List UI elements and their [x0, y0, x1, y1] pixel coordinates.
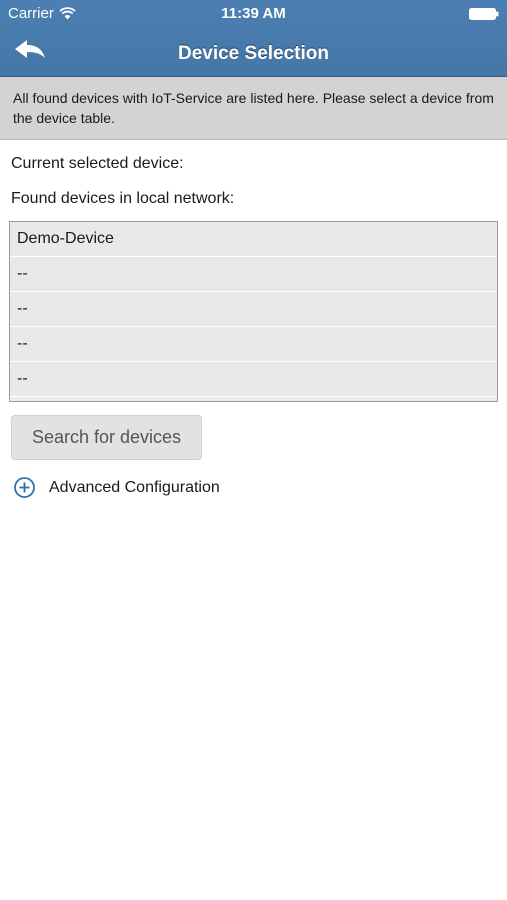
navigation-bar: Device Selection	[0, 28, 507, 76]
status-bar: Carrier 11:39 AM	[0, 0, 507, 26]
device-row[interactable]: Demo-Device	[10, 222, 497, 257]
status-time: 11:39 AM	[221, 5, 286, 22]
plus-circle-icon	[13, 476, 36, 499]
device-row[interactable]: --	[10, 362, 497, 397]
device-row[interactable]: --	[10, 257, 497, 292]
page-title: Device Selection	[177, 43, 330, 64]
device-row[interactable]: --	[10, 327, 497, 362]
battery-icon	[469, 7, 499, 20]
current-device-label: Current selected device:	[11, 155, 184, 172]
device-table[interactable]: Demo-Device -- -- -- --	[9, 221, 498, 402]
info-banner: All found devices with IoT-Service are l…	[0, 77, 507, 140]
advanced-configuration-label: Advanced Configuration	[49, 478, 220, 496]
device-row[interactable]: --	[10, 292, 497, 327]
header: Carrier 11:39 AM Device Selection	[0, 0, 507, 77]
search-devices-button[interactable]: Search for devices	[11, 415, 202, 460]
found-devices-label: Found devices in local network:	[11, 190, 235, 207]
advanced-configuration-toggle[interactable]: Advanced Configuration	[13, 476, 220, 499]
